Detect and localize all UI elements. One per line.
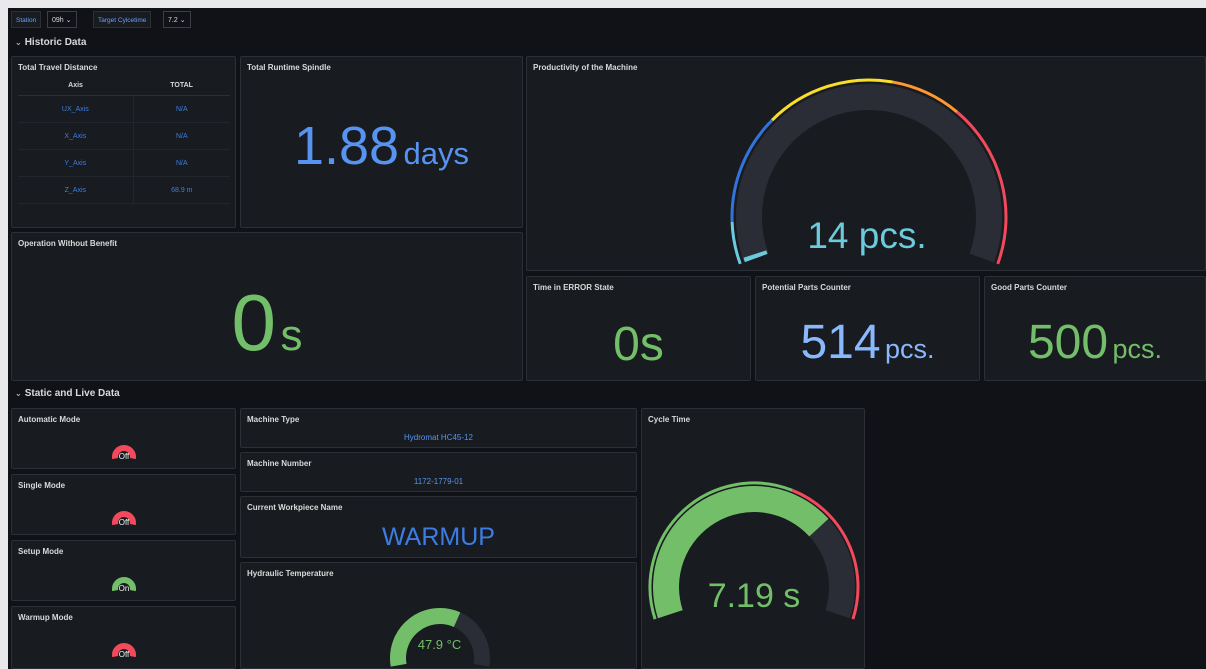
mode-gauge: Off <box>112 445 136 461</box>
panel-machine-number: Machine Number 1172-1779-01 <box>240 452 637 492</box>
station-variable-select[interactable]: 09h ⌄ <box>47 11 77 28</box>
axis-cell[interactable]: X_Axis <box>18 122 134 150</box>
total-cell: N/A <box>133 95 230 123</box>
runtime-stat: 1.88 days <box>241 115 522 177</box>
panel-machine-type: Machine Type Hydromat HC45-12 <box>240 408 637 448</box>
potential-stat: 514 pcs. <box>756 315 979 370</box>
axis-cell[interactable]: Z_Axis <box>18 176 134 204</box>
cycletime-variable-label: Target Cylcetime <box>93 11 152 28</box>
workpiece-value: WARMUP <box>382 523 495 551</box>
cycle-value: 7.19 s <box>707 577 801 615</box>
good-stat: 500 pcs. <box>985 315 1205 370</box>
table-row: X_Axis N/A <box>18 122 230 150</box>
panel-title: Total Travel Distance <box>18 63 98 72</box>
mode-gauge: On <box>112 577 136 593</box>
mode-state: Off <box>119 452 130 461</box>
panel-warmup-mode: Warmup Mode Off <box>11 606 236 669</box>
chevron-down-icon: ⌄ <box>15 38 22 47</box>
runtime-value: 1.88 <box>293 116 400 176</box>
total-cell: 68.9 m <box>133 176 230 204</box>
total-cell: N/A <box>133 149 230 177</box>
error-time-value: 0s <box>613 318 664 371</box>
chevron-down-icon: ⌄ <box>15 389 22 398</box>
chevron-down-icon: ⌄ <box>179 17 186 24</box>
station-variable-label: Station <box>11 11 42 28</box>
panel-title: Total Runtime Spindle <box>247 63 331 72</box>
panel-single-mode: Single Mode Off <box>11 474 236 535</box>
station-value: 09h <box>52 17 64 24</box>
column-header-total[interactable]: TOTAL <box>133 75 230 96</box>
panel-cycle-time: Cycle Time 7.19 s <box>641 408 865 669</box>
travel-table: Axis TOTAL UX_Axis N/A X_Axis N/A Y_Axis N/… <box>18 75 230 204</box>
panel-operation-without-benefit: Operation Without Benefit 0 s <box>11 232 523 381</box>
machine-type-value: Hydromat HC45-12 <box>404 433 473 442</box>
owb-stat: 0 s <box>12 277 522 369</box>
table-row: Y_Axis N/A <box>18 149 230 177</box>
table-row: Z_Axis 68.9 m <box>18 176 230 204</box>
panel-title: Operation Without Benefit <box>18 239 118 248</box>
panel-error-time: Time in ERROR State 0s <box>526 276 751 381</box>
panel-title: Machine Number <box>247 459 312 468</box>
panel-automatic-mode: Automatic Mode Off <box>11 408 236 469</box>
cycletime-variable-select[interactable]: 7.2 ⌄ <box>163 11 191 28</box>
mode-state: Off <box>119 650 130 659</box>
hydraulic-value: 47.9 °C <box>417 637 462 652</box>
mode-state: On <box>119 584 130 593</box>
panel-title: Machine Type <box>247 415 300 424</box>
owb-unit: s <box>280 311 303 360</box>
chevron-down-icon: ⌄ <box>65 17 72 24</box>
cycle-gauge <box>648 481 860 620</box>
panel-title: Time in ERROR State <box>533 283 614 292</box>
axis-cell[interactable]: Y_Axis <box>18 149 134 177</box>
row-static-live-title: Static and Live Data <box>24 388 120 399</box>
machine-number-value: 1172-1779-01 <box>413 477 464 486</box>
panel-productivity: Productivity of the Machine 14 pcs. <box>526 56 1206 271</box>
good-value: 500 <box>1027 316 1109 369</box>
column-header-axis[interactable]: Axis <box>18 75 134 96</box>
cycletime-value: 7.2 <box>168 17 178 24</box>
panel-title: Current Workpiece Name <box>247 503 343 512</box>
axis-cell[interactable]: UX_Axis <box>18 95 134 123</box>
productivity-value: 14 pcs. <box>807 215 927 256</box>
panel-setup-mode: Setup Mode On <box>11 540 236 601</box>
potential-unit: pcs. <box>885 334 935 364</box>
total-cell: N/A <box>133 122 230 150</box>
potential-value: 514 <box>800 316 881 369</box>
panel-workpiece-name: Current Workpiece Name WARMUP <box>240 496 637 558</box>
mode-gauge: Off <box>112 511 136 527</box>
hydraulic-gauge <box>390 608 490 667</box>
row-historic-title: Historic Data <box>24 37 87 48</box>
mode-state: Off <box>119 518 130 527</box>
good-unit: pcs. <box>1112 334 1163 364</box>
panel-travel-distance: Total Travel Distance Axis TOTAL UX_Axis… <box>11 56 236 228</box>
panel-runtime-spindle: Total Runtime Spindle 1.88 days <box>240 56 523 228</box>
dashboard: Station 09h ⌄ Target Cylcetime 7.2 ⌄ ⌄ Hi… <box>8 8 1206 669</box>
panel-potential-parts: Potential Parts Counter 514 pcs. <box>755 276 980 381</box>
mode-gauge: Off <box>112 643 136 659</box>
owb-value: 0 <box>231 278 277 367</box>
panel-good-parts: Good Parts Counter 500 pcs. <box>984 276 1206 381</box>
runtime-unit: days <box>403 136 470 171</box>
panel-hydraulic-temperature: Hydraulic Temperature 47.9 °C <box>240 562 637 669</box>
row-static-live-data[interactable]: ⌄ Static and Live Data <box>15 388 120 399</box>
panel-title: Potential Parts Counter <box>762 283 851 292</box>
row-historic-data[interactable]: ⌄ Historic Data <box>15 37 86 48</box>
table-row: UX_Axis N/A <box>18 95 230 123</box>
panel-title: Good Parts Counter <box>991 283 1068 292</box>
